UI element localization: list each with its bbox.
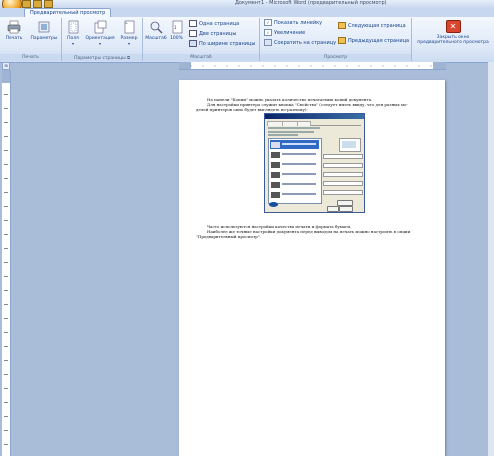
preview-group: ✓ Показать линейку ✓ Увеличение Сократить … [260,18,412,61]
margins-icon [66,20,80,34]
window-title: Документ1 - Microsoft Word (предваритель… [235,0,387,6]
checkbox-checked-icon: ✓ [264,19,272,26]
checkbox-checked-icon: ✓ [264,29,272,36]
two-pages-icon [189,30,197,37]
print-options-icon [37,20,51,34]
page-width-icon [189,40,197,47]
two-pages-button[interactable]: Две страницы [189,30,236,37]
vertical-ruler[interactable] [2,70,11,456]
margins-button[interactable]: Поля ▾ [63,20,83,47]
dialog-ok-button [327,206,339,212]
size-button[interactable]: Размер ▾ [117,20,141,47]
shrink-icon [264,39,272,46]
printer-icon [7,20,21,34]
page-setup-group: Поля ▾ Ориентация ▾ Размер ▾ Параметры стра… [62,18,143,61]
hp-logo [269,202,278,207]
shrink-one-page-button[interactable]: Сократить на страницу [264,39,336,46]
close-icon: ✕ [445,20,461,33]
print-button[interactable]: Печать [2,20,26,41]
zoom-group-label: Масштаб [143,54,259,61]
doc-line-6: "Предварительный просмотр". [196,234,261,239]
ribbon: Печать Параметры Печать Поля ▾ Ориентация… [0,17,494,63]
one-page-icon [189,20,197,27]
print-group: Печать Параметры Печать [0,18,62,61]
orientation-button[interactable]: Ориентация ▾ [82,20,118,47]
close-preview-button[interactable]: ✕ Закрыть окно предварительного просмотр… [414,20,492,45]
close-group: ✕ Закрыть окно предварительного просмотр… [412,18,494,61]
horizontal-ruler[interactable] [179,62,446,70]
dialog-settings-panel [323,138,363,198]
orientation-icon [93,20,107,34]
print-group-label: Печать [0,54,61,61]
undo-icon[interactable] [33,0,42,8]
zoom-100-button[interactable]: 1 100% [168,20,185,41]
preview-group-label: Просмотр [260,54,411,61]
one-page-button[interactable]: Одна страница [189,20,239,27]
page-100-icon: 1 [170,20,184,34]
dialog-cancel-button [339,206,353,212]
document-page[interactable]: На панели "Копии" можно указать количест… [179,80,445,456]
magnifier-checkbox[interactable]: ✓ Увеличение [264,29,305,36]
page-size-icon [122,20,136,34]
dialog-presets-list [268,138,322,204]
zoom-button[interactable]: Масштаб [145,20,167,41]
zoom-group: Масштаб 1 100% Одна страница Две страниц… [143,18,260,61]
doc-line-3: делей принтеров окно будет выглядеть по-… [196,107,308,112]
save-icon[interactable] [22,0,31,8]
next-page-button[interactable]: Следующая страница [338,22,406,29]
page-width-button[interactable]: По ширине страницы [189,40,255,47]
magnifier-icon [149,20,163,34]
quick-access-toolbar [22,0,53,8]
print-options-button[interactable]: Параметры [28,20,60,41]
dialog-tabs [267,121,361,126]
redo-icon[interactable] [44,0,53,8]
previous-page-icon [338,37,346,44]
vertical-scrollbar[interactable] [488,62,494,456]
page-setup-group-label: Параметры страницы ⧉ [62,54,142,61]
show-ruler-checkbox[interactable]: ✓ Показать линейку [264,19,322,26]
dialog-titlebar [265,114,364,119]
next-page-icon [338,22,346,29]
printer-properties-screenshot [264,113,365,213]
previous-page-button[interactable]: Предыдущая страница [338,37,409,44]
ruler-toggle-button[interactable]: ⊞ [2,62,10,70]
